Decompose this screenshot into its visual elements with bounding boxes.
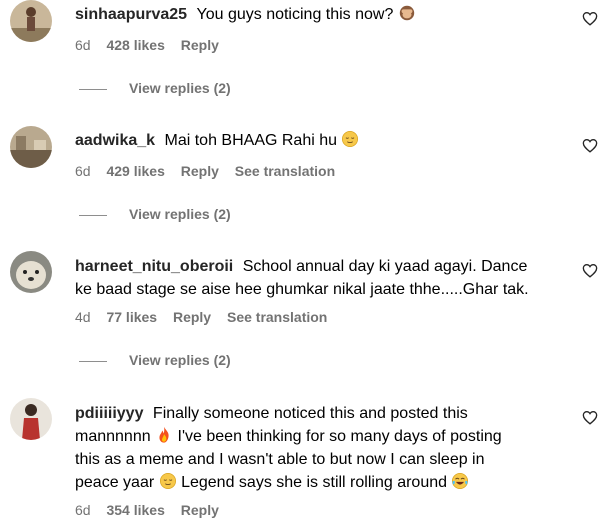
see-translation-button[interactable]: See translation bbox=[235, 163, 335, 179]
comment-meta: 6d 354 likes Reply bbox=[75, 502, 231, 518]
heart-icon[interactable] bbox=[582, 263, 598, 278]
avatar[interactable] bbox=[10, 398, 52, 440]
username[interactable]: harneet_nitu_oberoii bbox=[75, 258, 238, 275]
comment-meta: 6d 428 likes Reply bbox=[75, 37, 231, 53]
tears-of-joy-face-icon bbox=[452, 472, 469, 490]
timestamp: 4d bbox=[75, 309, 91, 325]
reply-button[interactable]: Reply bbox=[181, 502, 219, 518]
avatar[interactable] bbox=[10, 0, 52, 42]
avatar[interactable] bbox=[10, 126, 52, 168]
comment-text: pdiiiiiyyy Finally someone noticed this … bbox=[75, 405, 502, 491]
comment-meta: 4d 77 likes Reply See translation bbox=[75, 309, 339, 325]
reply-button[interactable]: Reply bbox=[181, 37, 219, 53]
likes-count[interactable]: 77 likes bbox=[106, 309, 157, 325]
username[interactable]: aadwika_k bbox=[75, 132, 160, 149]
reply-button[interactable]: Reply bbox=[181, 163, 219, 179]
heart-icon[interactable] bbox=[582, 410, 598, 425]
timestamp: 6d bbox=[75, 37, 91, 53]
relieved-face-icon bbox=[342, 130, 359, 148]
avatar[interactable] bbox=[10, 251, 52, 293]
relieved-face-icon bbox=[159, 472, 176, 490]
divider-line bbox=[79, 88, 107, 90]
heart-icon[interactable] bbox=[582, 138, 598, 153]
see-no-evil-monkey-icon bbox=[399, 5, 415, 21]
view-replies-button[interactable]: View replies (2) bbox=[79, 352, 231, 368]
username[interactable]: pdiiiiiyyy bbox=[75, 405, 148, 422]
heart-icon[interactable] bbox=[582, 11, 598, 26]
comment-text: harneet_nitu_oberoii School annual day k… bbox=[75, 258, 529, 298]
comment-text: sinhaapurva25 You guys noticing this now… bbox=[75, 3, 575, 26]
timestamp: 6d bbox=[75, 502, 91, 518]
fire-icon bbox=[159, 426, 169, 443]
comment-text: aadwika_k Mai toh BHAAG Rahi hu bbox=[75, 129, 575, 152]
divider-line bbox=[79, 360, 107, 362]
likes-count[interactable]: 429 likes bbox=[106, 163, 164, 179]
reply-button[interactable]: Reply bbox=[173, 309, 211, 325]
likes-count[interactable]: 428 likes bbox=[106, 37, 164, 53]
divider-line bbox=[79, 214, 107, 216]
see-translation-button[interactable]: See translation bbox=[227, 309, 327, 325]
likes-count[interactable]: 354 likes bbox=[106, 502, 164, 518]
view-replies-button[interactable]: View replies (2) bbox=[79, 206, 231, 222]
comment-meta: 6d 429 likes Reply See translation bbox=[75, 163, 347, 179]
view-replies-button[interactable]: View replies (2) bbox=[79, 80, 231, 96]
timestamp: 6d bbox=[75, 163, 91, 179]
username[interactable]: sinhaapurva25 bbox=[75, 6, 192, 23]
